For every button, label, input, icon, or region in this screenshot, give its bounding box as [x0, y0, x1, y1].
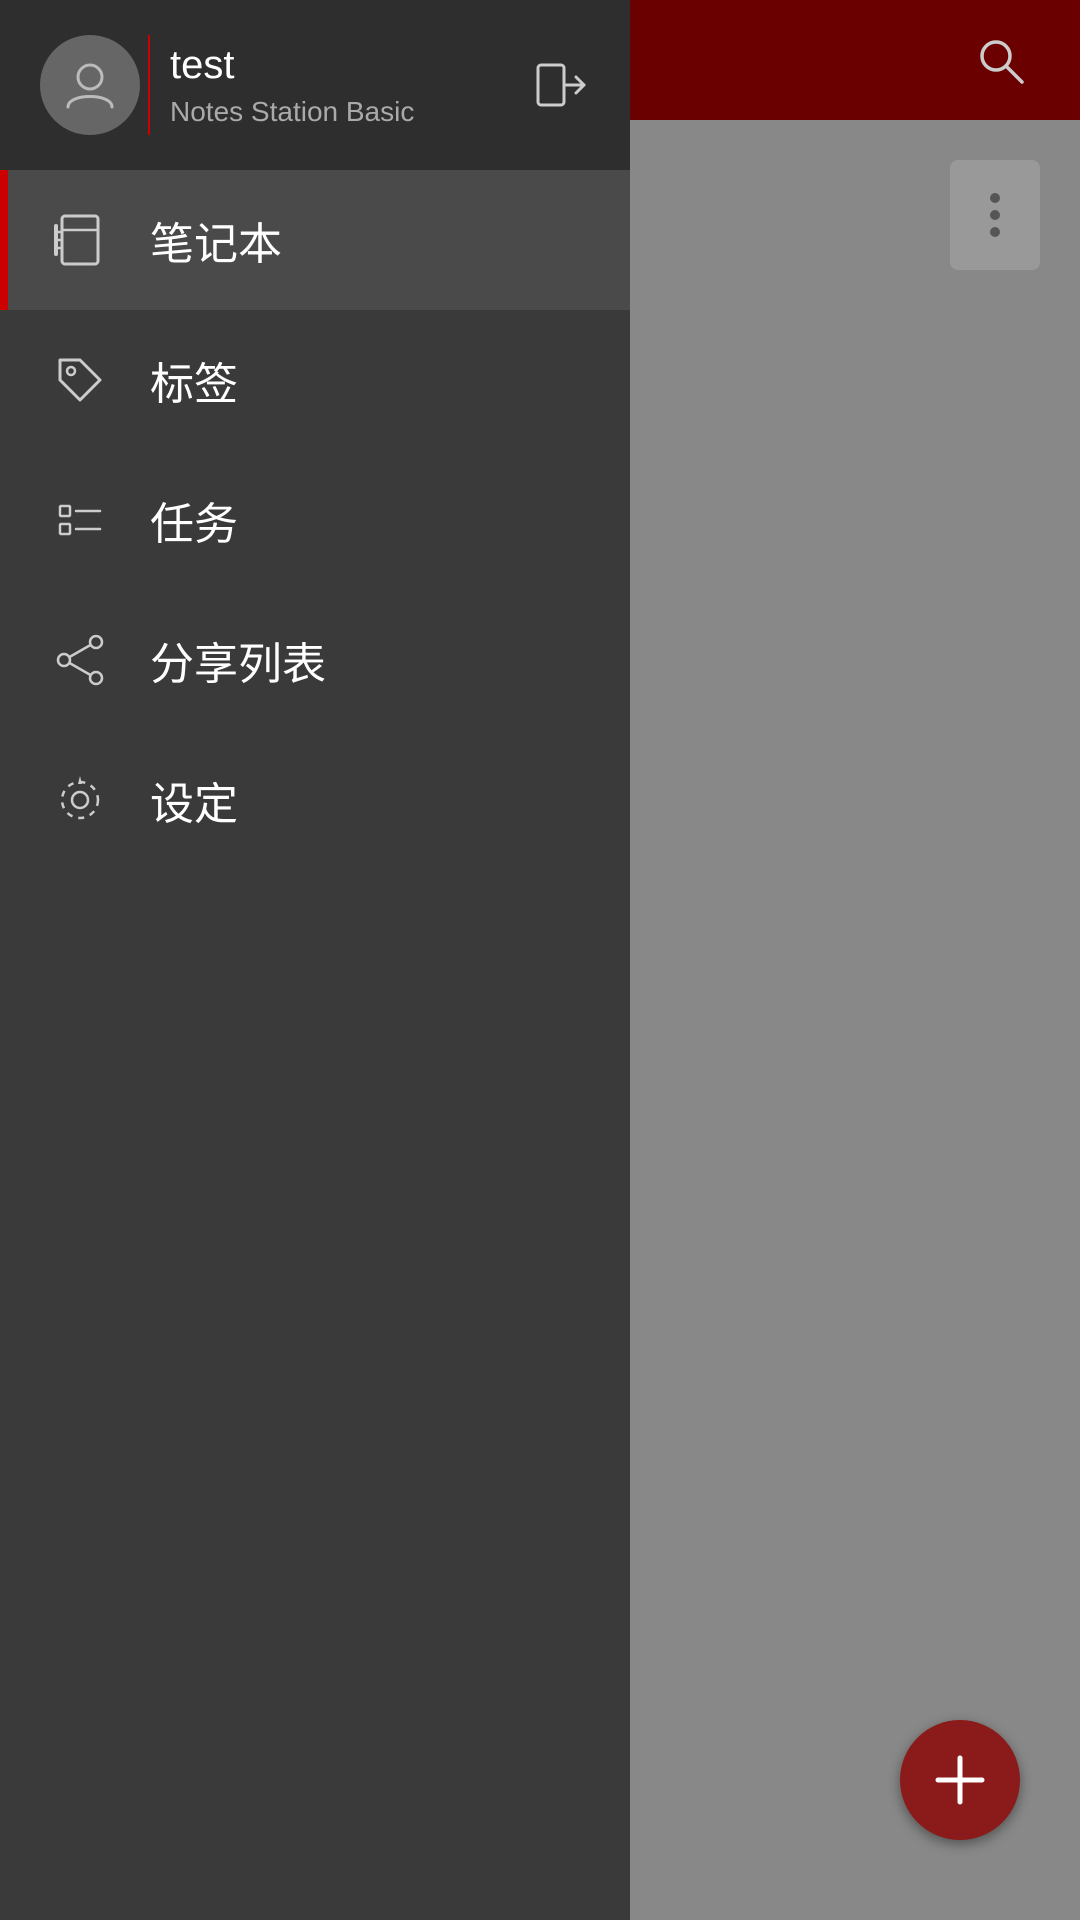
fab-add-button[interactable] — [900, 1720, 1020, 1840]
header-divider — [148, 35, 150, 135]
more-options-button[interactable] — [950, 160, 1040, 270]
sidebar-item-notebooks[interactable]: 笔记本 — [0, 170, 630, 310]
app-container: test Notes Station Basic — [0, 0, 1080, 1920]
username-label: test — [170, 43, 500, 88]
sidebar-item-shared[interactable]: 分享列表 — [0, 590, 630, 730]
more-dots-icon — [990, 193, 1000, 237]
shared-label: 分享列表 — [150, 628, 326, 692]
app-subtitle-label: Notes Station Basic — [170, 96, 500, 128]
sidebar-item-tasks[interactable]: 任务 — [0, 450, 630, 590]
tags-label: 标签 — [150, 348, 238, 412]
drawer-nav: 笔记本 标签 — [0, 170, 630, 1920]
drawer-header: test Notes Station Basic — [0, 0, 630, 170]
logout-button[interactable] — [530, 55, 590, 115]
settings-icon — [50, 770, 110, 830]
settings-label: 设定 — [150, 768, 238, 832]
navigation-drawer: test Notes Station Basic — [0, 0, 630, 1920]
sidebar-item-settings[interactable]: 设定 — [0, 730, 630, 870]
tag-icon — [50, 350, 110, 410]
tasks-icon — [50, 490, 110, 550]
sidebar-item-tags[interactable]: 标签 — [0, 310, 630, 450]
notebooks-label: 笔记本 — [150, 208, 282, 272]
notebook-icon — [50, 210, 110, 270]
search-button[interactable] — [960, 20, 1040, 100]
share-icon — [50, 630, 110, 690]
user-info: test Notes Station Basic — [170, 43, 500, 128]
avatar[interactable] — [40, 35, 140, 135]
tasks-label: 任务 — [150, 488, 238, 552]
